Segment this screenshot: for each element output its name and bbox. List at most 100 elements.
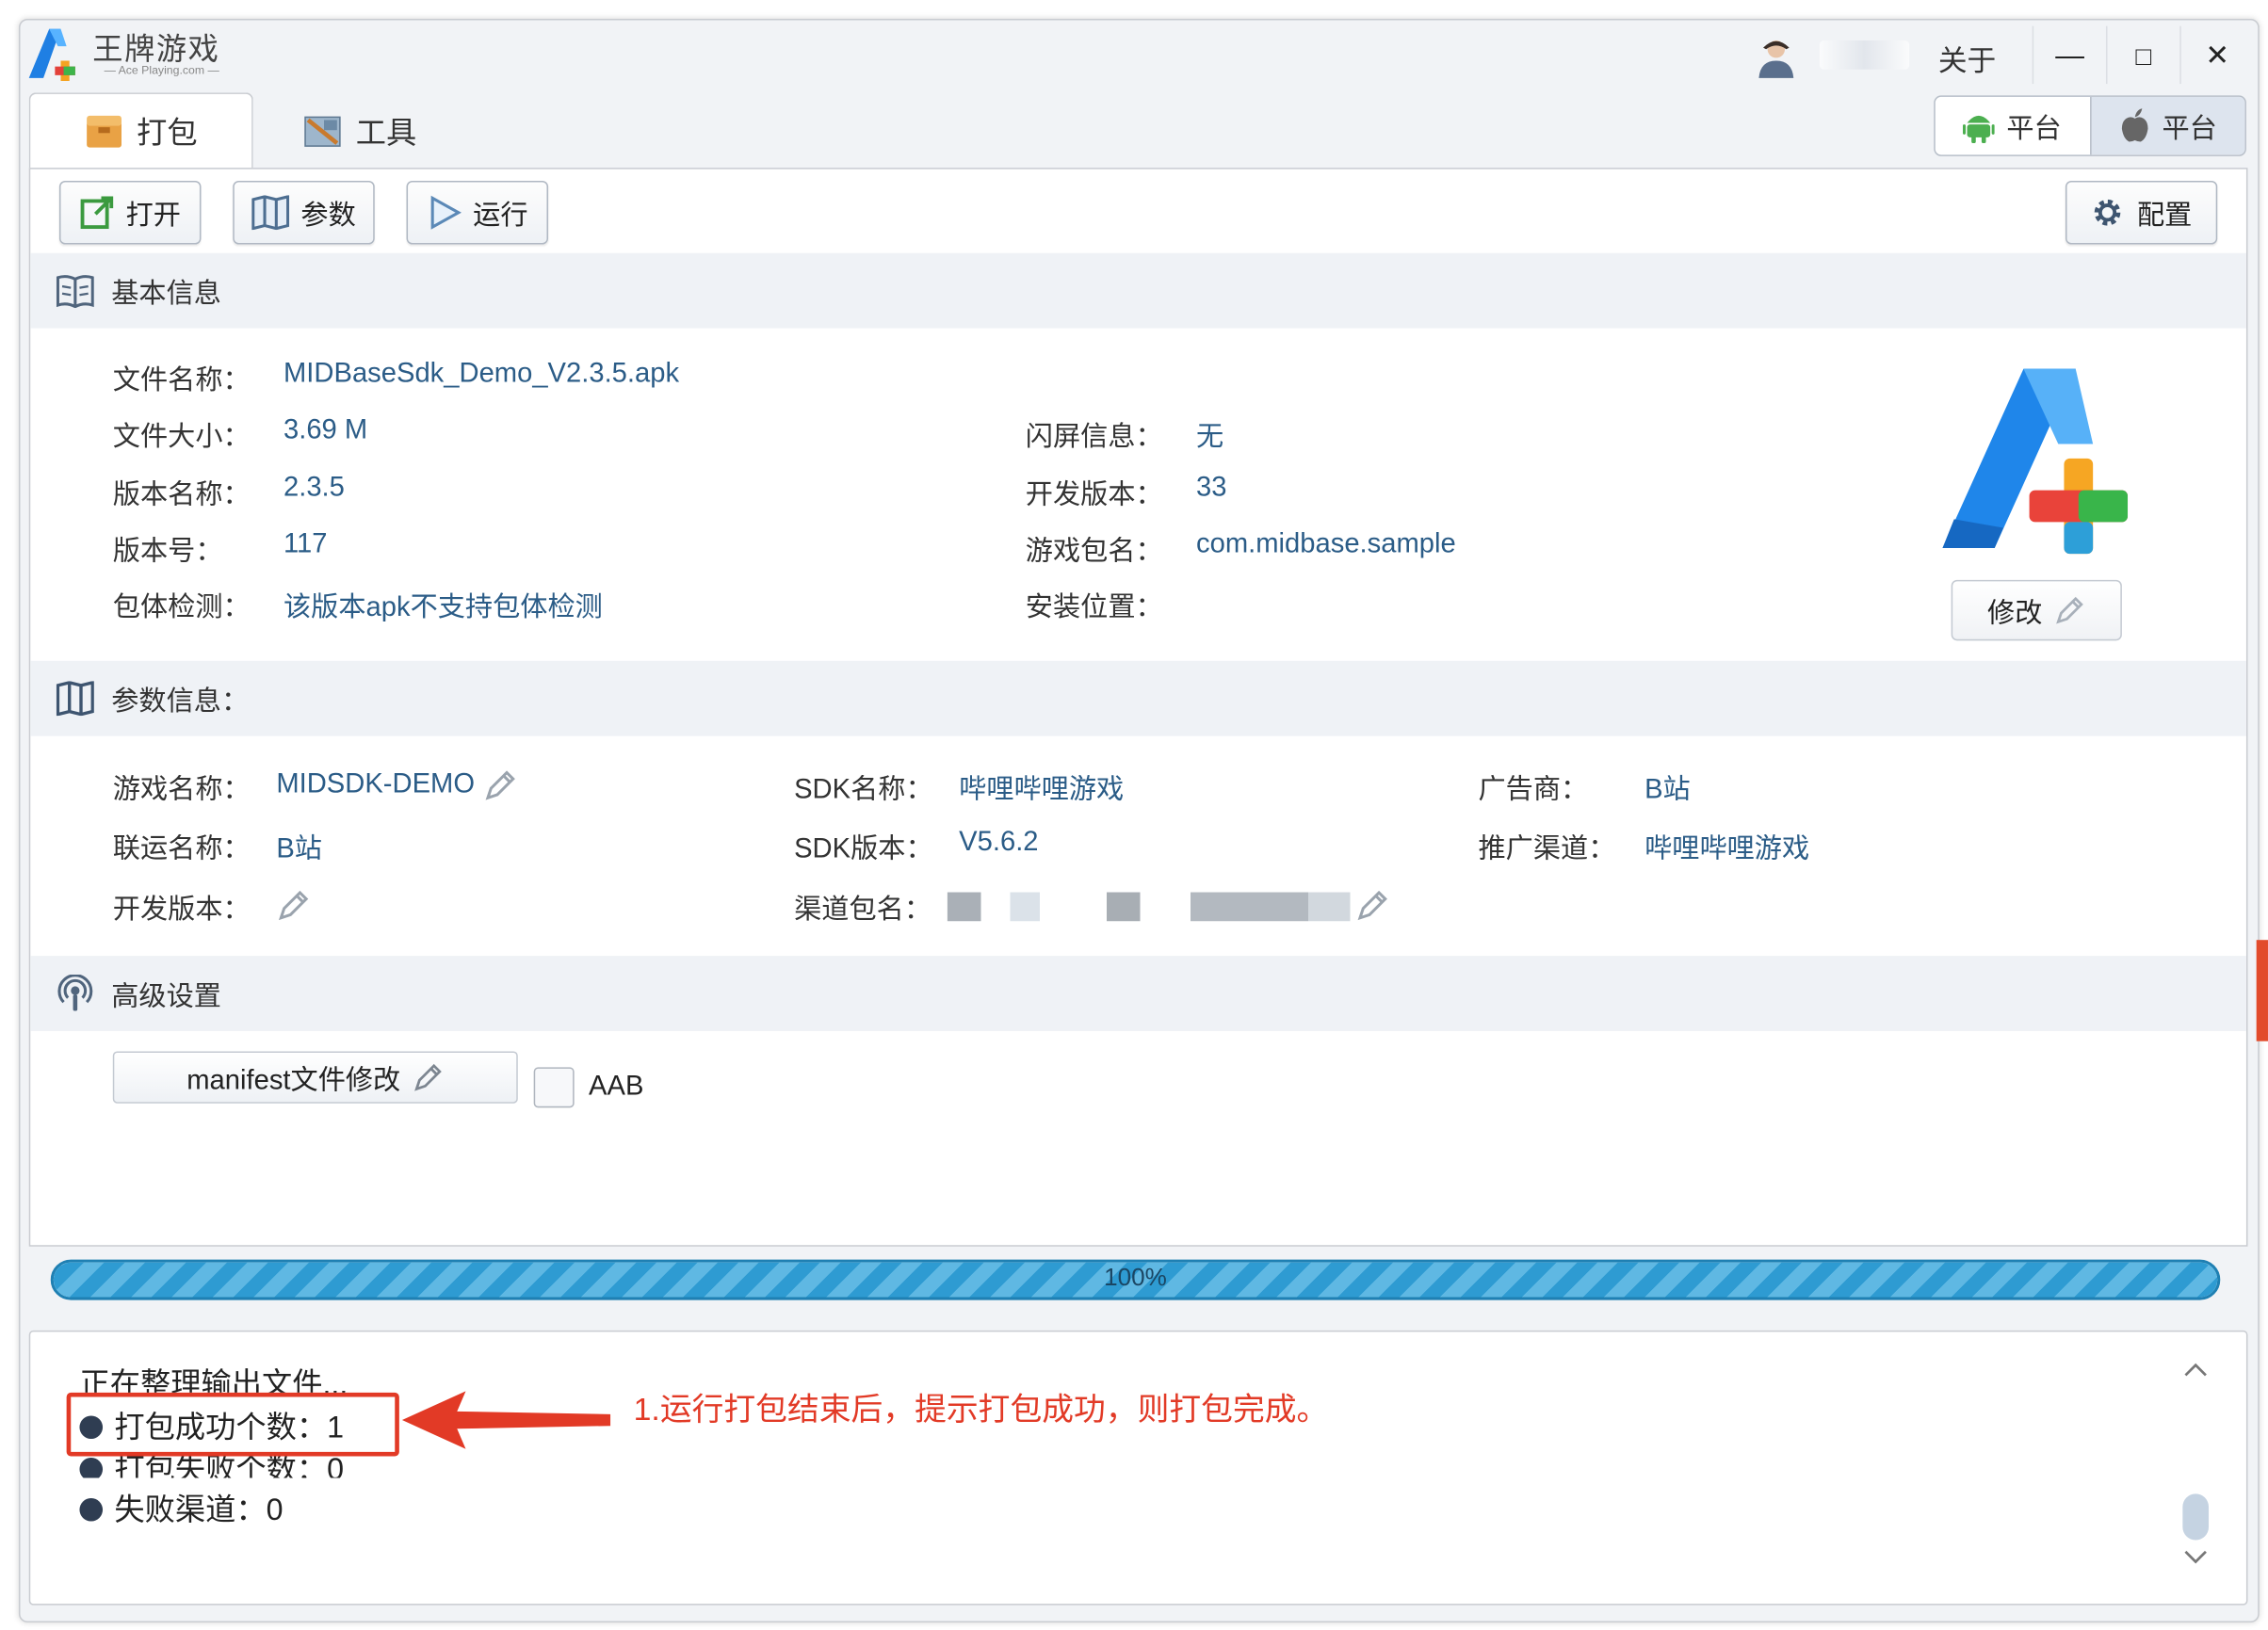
- minimize-button[interactable]: —: [2049, 35, 2092, 78]
- book-open-icon: [56, 275, 94, 309]
- sdk-version-label: SDK版本：: [794, 834, 933, 865]
- sdk-name-label: SDK名称：: [794, 775, 933, 806]
- file-size-label: 文件大小：: [112, 422, 251, 453]
- manifest-edit-label: manifest文件修改: [186, 1065, 401, 1096]
- config-button-label: 配置: [2136, 200, 2193, 231]
- edit-dev-version-icon[interactable]: [276, 888, 311, 923]
- union-name-value: B站: [276, 834, 322, 865]
- about-button[interactable]: 关于: [1938, 38, 1996, 80]
- map-book-icon: [56, 681, 94, 717]
- aab-checkbox[interactable]: [533, 1067, 575, 1108]
- run-button-label: 运行: [473, 200, 528, 231]
- manifest-edit-button[interactable]: manifest文件修改: [112, 1051, 518, 1104]
- platform-switch: 平台 平台: [1934, 95, 2246, 156]
- app-root: 王牌游戏 — Ace Playing.com — 关于 — □ ✕ 打包 工具: [0, 0, 2268, 1630]
- progress-bar: 100%: [50, 1259, 2221, 1300]
- tab-package-label: 打包: [137, 117, 198, 151]
- open-file-icon: [80, 196, 114, 230]
- apple-icon: [2121, 108, 2148, 142]
- splash-value: 无: [1196, 422, 1224, 453]
- edit-logo-label: 修改: [1987, 598, 2043, 629]
- run-button[interactable]: 运行: [406, 180, 549, 245]
- app-logo-icon: [1942, 368, 2129, 555]
- ad-value: B站: [1644, 775, 1691, 806]
- background-window-edge: [2256, 940, 2268, 1041]
- game-package-value: com.midbase.sample: [1196, 529, 1456, 560]
- pencil-icon: [413, 1063, 442, 1091]
- annotation-highlight-box: [66, 1392, 399, 1457]
- maximize-button[interactable]: □: [2122, 35, 2165, 78]
- file-name-label: 文件名称：: [112, 365, 251, 396]
- play-icon: [430, 195, 462, 230]
- log-panel[interactable]: 正在整理输出文件... 打包成功个数：1 打包失败个数：0 失败渠道：0: [28, 1330, 2248, 1606]
- game-name-label: 游戏名称：: [112, 775, 251, 806]
- tab-tools[interactable]: 工具: [303, 94, 416, 169]
- open-button[interactable]: 打开: [58, 180, 202, 245]
- platform-ios-label: 平台: [2162, 113, 2217, 144]
- params-button[interactable]: 参数: [233, 180, 375, 245]
- gear-icon: [2095, 199, 2122, 226]
- package-check-value: 该版本apk不支持包体检测: [283, 592, 603, 623]
- basic-info-header: 基本信息: [30, 252, 2246, 329]
- broadcast-icon: [57, 975, 93, 1011]
- log-line-failed-channel: 失败渠道：0: [79, 1487, 284, 1530]
- param-dev-version-value: [276, 888, 311, 923]
- game-name-value: MIDSDK-DEMO: [276, 767, 517, 802]
- union-name-label: 联运名称：: [112, 834, 251, 865]
- bullet-dot: [79, 1457, 104, 1478]
- package-check-label: 包体检测：: [112, 592, 251, 623]
- tools-icon: [304, 116, 341, 147]
- file-name-value: MIDBaseSdk_Demo_V2.3.5.apk: [283, 358, 680, 390]
- bullet-dot: [79, 1497, 104, 1522]
- log-scrollbar-thumb[interactable]: [2182, 1493, 2210, 1541]
- chevron-up-icon[interactable]: [2182, 1361, 2209, 1378]
- channel-package-redacted: [947, 892, 1368, 922]
- dev-version-label: 开发版本：: [1025, 479, 1163, 511]
- brand-logo-icon: [28, 28, 75, 81]
- sdk-name-value: 哔哩哔哩游戏: [959, 775, 1125, 806]
- tab-package[interactable]: 打包: [28, 92, 253, 169]
- open-button-label: 打开: [125, 200, 181, 231]
- version-code-value: 117: [283, 529, 328, 560]
- ad-label: 广告商：: [1478, 775, 1589, 806]
- close-button[interactable]: ✕: [2195, 35, 2239, 78]
- file-size-value: 3.69 M: [283, 414, 368, 445]
- titlebar-divider: [2032, 25, 2034, 85]
- params-button-label: 参数: [300, 200, 356, 231]
- basic-info-title: 基本信息: [111, 278, 221, 309]
- version-code-label: 版本号：: [112, 536, 223, 567]
- aab-label: AAB: [589, 1071, 644, 1103]
- package-icon: [86, 115, 122, 148]
- android-icon: [1963, 115, 1996, 144]
- promo-channel-value: 哔哩哔哩游戏: [1644, 834, 1810, 865]
- progress-text: 100%: [1104, 1264, 1167, 1292]
- edit-channel-package-icon[interactable]: [1355, 888, 1390, 923]
- chevron-down-icon[interactable]: [2182, 1549, 2209, 1566]
- annotation-text: 1.运行打包结束后，提示打包成功，则打包完成。: [633, 1391, 1329, 1428]
- promo-channel-label: 推广渠道：: [1478, 834, 1616, 865]
- advanced-title: 高级设置: [111, 980, 221, 1012]
- log-failed-channel-text: 失败渠道：0: [114, 1493, 284, 1527]
- platform-android-label: 平台: [2006, 113, 2062, 144]
- titlebar-divider: [2105, 25, 2108, 85]
- tab-tools-label: 工具: [355, 117, 417, 151]
- config-button[interactable]: 配置: [2065, 180, 2218, 245]
- titlebar-divider: [2179, 25, 2181, 85]
- version-name-label: 版本名称：: [112, 479, 251, 511]
- edit-logo-button[interactable]: 修改: [1951, 579, 2122, 641]
- user-name[interactable]: [1819, 40, 1910, 70]
- platform-android-button[interactable]: 平台: [1936, 97, 2090, 154]
- edit-game-name-icon[interactable]: [482, 767, 517, 802]
- user-avatar-icon[interactable]: [1755, 36, 1798, 79]
- sdk-version-value: V5.6.2: [959, 827, 1039, 858]
- version-name-value: 2.3.5: [283, 473, 345, 504]
- platform-ios-button[interactable]: 平台: [2089, 96, 2245, 155]
- params-info-header: 参数信息：: [30, 660, 2246, 736]
- game-name-text: MIDSDK-DEMO: [276, 769, 476, 800]
- game-package-label: 游戏包名：: [1025, 536, 1163, 567]
- log-failed-text: 打包失败个数：0: [114, 1453, 345, 1478]
- channel-package-label: 渠道包名：: [794, 895, 932, 926]
- install-location-label: 安装位置：: [1025, 592, 1163, 623]
- brand-subtitle: — Ace Playing.com —: [104, 63, 219, 77]
- book-icon: [251, 195, 290, 231]
